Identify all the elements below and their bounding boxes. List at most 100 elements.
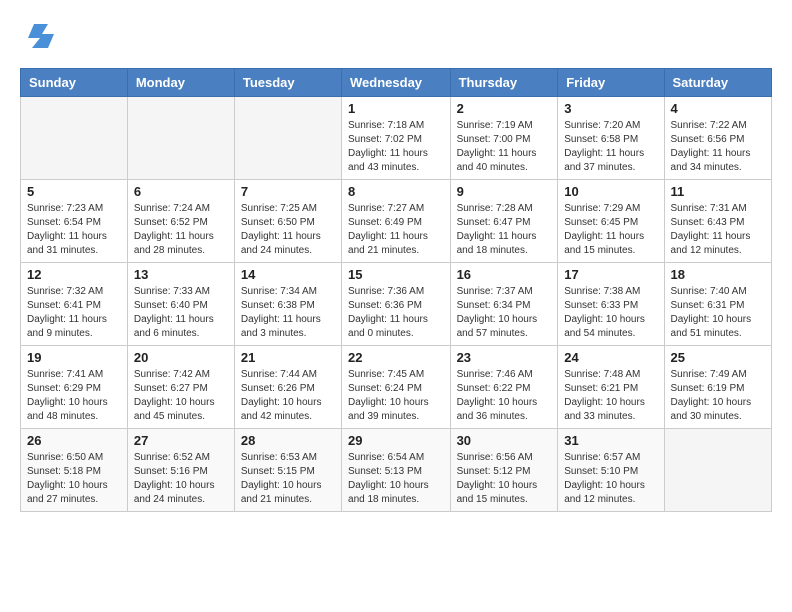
calendar-cell: 11 Sunrise: 7:31 AM Sunset: 6:43 PM Dayli… xyxy=(664,180,771,263)
header-wednesday: Wednesday xyxy=(342,69,451,97)
day-number: 7 xyxy=(241,184,335,199)
calendar-cell: 8 Sunrise: 7:27 AM Sunset: 6:49 PM Daylig… xyxy=(342,180,451,263)
day-number: 8 xyxy=(348,184,444,199)
day-number: 15 xyxy=(348,267,444,282)
day-info: Sunrise: 7:28 AM Sunset: 6:47 PM Dayligh… xyxy=(457,202,552,258)
calendar-cell: 30 Sunrise: 6:56 AM Sunset: 5:12 PM Dayli… xyxy=(450,429,558,512)
day-info: Sunrise: 6:54 AM Sunset: 5:13 PM Dayligh… xyxy=(348,451,444,507)
calendar-cell: 5 Sunrise: 7:23 AM Sunset: 6:54 PM Daylig… xyxy=(21,180,128,263)
day-number: 29 xyxy=(348,433,444,448)
calendar-header-row: SundayMondayTuesdayWednesdayThursdayFrid… xyxy=(21,69,772,97)
calendar-cell: 15 Sunrise: 7:36 AM Sunset: 6:36 PM Dayli… xyxy=(342,263,451,346)
calendar-cell xyxy=(234,97,341,180)
day-number: 21 xyxy=(241,350,335,365)
day-info: Sunrise: 7:33 AM Sunset: 6:40 PM Dayligh… xyxy=(134,285,228,341)
day-number: 14 xyxy=(241,267,335,282)
day-info: Sunrise: 6:53 AM Sunset: 5:15 PM Dayligh… xyxy=(241,451,335,507)
day-info: Sunrise: 7:44 AM Sunset: 6:26 PM Dayligh… xyxy=(241,368,335,424)
header-friday: Friday xyxy=(558,69,664,97)
day-number: 27 xyxy=(134,433,228,448)
calendar-cell: 14 Sunrise: 7:34 AM Sunset: 6:38 PM Dayli… xyxy=(234,263,341,346)
calendar-cell: 1 Sunrise: 7:18 AM Sunset: 7:02 PM Daylig… xyxy=(342,97,451,180)
day-info: Sunrise: 7:19 AM Sunset: 7:00 PM Dayligh… xyxy=(457,119,552,175)
calendar: SundayMondayTuesdayWednesdayThursdayFrid… xyxy=(20,68,772,512)
day-number: 28 xyxy=(241,433,335,448)
calendar-cell xyxy=(21,97,128,180)
day-info: Sunrise: 6:50 AM Sunset: 5:18 PM Dayligh… xyxy=(27,451,121,507)
calendar-cell: 2 Sunrise: 7:19 AM Sunset: 7:00 PM Daylig… xyxy=(450,97,558,180)
calendar-cell: 3 Sunrise: 7:20 AM Sunset: 6:58 PM Daylig… xyxy=(558,97,664,180)
day-number: 23 xyxy=(457,350,552,365)
day-info: Sunrise: 7:38 AM Sunset: 6:33 PM Dayligh… xyxy=(564,285,657,341)
calendar-cell: 26Sunrise: 6:50 AM Sunset: 5:18 PM Dayli… xyxy=(21,429,128,512)
header-monday: Monday xyxy=(127,69,234,97)
day-info: Sunrise: 7:22 AM Sunset: 6:56 PM Dayligh… xyxy=(671,119,765,175)
day-number: 11 xyxy=(671,184,765,199)
week-row-5: 26Sunrise: 6:50 AM Sunset: 5:18 PM Dayli… xyxy=(21,429,772,512)
day-info: Sunrise: 7:45 AM Sunset: 6:24 PM Dayligh… xyxy=(348,368,444,424)
day-info: Sunrise: 7:34 AM Sunset: 6:38 PM Dayligh… xyxy=(241,285,335,341)
page-header xyxy=(20,20,772,52)
calendar-cell: 28 Sunrise: 6:53 AM Sunset: 5:15 PM Dayli… xyxy=(234,429,341,512)
day-number: 1 xyxy=(348,101,444,116)
calendar-cell: 19 Sunrise: 7:41 AM Sunset: 6:29 PM Dayli… xyxy=(21,346,128,429)
day-info: Sunrise: 7:31 AM Sunset: 6:43 PM Dayligh… xyxy=(671,202,765,258)
day-number: 13 xyxy=(134,267,228,282)
day-info: Sunrise: 7:42 AM Sunset: 6:27 PM Dayligh… xyxy=(134,368,228,424)
day-info: Sunrise: 7:20 AM Sunset: 6:58 PM Dayligh… xyxy=(564,119,657,175)
week-row-4: 19 Sunrise: 7:41 AM Sunset: 6:29 PM Dayli… xyxy=(21,346,772,429)
day-number: 24 xyxy=(564,350,657,365)
calendar-cell xyxy=(127,97,234,180)
day-info: Sunrise: 7:27 AM Sunset: 6:49 PM Dayligh… xyxy=(348,202,444,258)
calendar-cell: 21 Sunrise: 7:44 AM Sunset: 6:26 PM Dayli… xyxy=(234,346,341,429)
calendar-cell: 7Sunrise: 7:25 AM Sunset: 6:50 PM Daylig… xyxy=(234,180,341,263)
day-number: 20 xyxy=(134,350,228,365)
header-sunday: Sunday xyxy=(21,69,128,97)
day-number: 5 xyxy=(27,184,121,199)
calendar-cell: 29 Sunrise: 6:54 AM Sunset: 5:13 PM Dayli… xyxy=(342,429,451,512)
calendar-cell: 17 Sunrise: 7:38 AM Sunset: 6:33 PM Dayli… xyxy=(558,263,664,346)
day-number: 3 xyxy=(564,101,657,116)
calendar-cell: 25Sunrise: 7:49 AM Sunset: 6:19 PM Dayli… xyxy=(664,346,771,429)
calendar-cell: 9 Sunrise: 7:28 AM Sunset: 6:47 PM Daylig… xyxy=(450,180,558,263)
calendar-cell xyxy=(664,429,771,512)
day-info: Sunrise: 6:57 AM Sunset: 5:10 PM Dayligh… xyxy=(564,451,657,507)
day-number: 9 xyxy=(457,184,552,199)
day-number: 4 xyxy=(671,101,765,116)
calendar-cell: 10Sunrise: 7:29 AM Sunset: 6:45 PM Dayli… xyxy=(558,180,664,263)
day-number: 31 xyxy=(564,433,657,448)
calendar-cell: 20 Sunrise: 7:42 AM Sunset: 6:27 PM Dayli… xyxy=(127,346,234,429)
day-info: Sunrise: 7:46 AM Sunset: 6:22 PM Dayligh… xyxy=(457,368,552,424)
calendar-cell: 16Sunrise: 7:37 AM Sunset: 6:34 PM Dayli… xyxy=(450,263,558,346)
week-row-1: 1 Sunrise: 7:18 AM Sunset: 7:02 PM Daylig… xyxy=(21,97,772,180)
day-info: Sunrise: 7:41 AM Sunset: 6:29 PM Dayligh… xyxy=(27,368,121,424)
logo-icon xyxy=(24,20,56,52)
header-saturday: Saturday xyxy=(664,69,771,97)
day-number: 17 xyxy=(564,267,657,282)
day-number: 16 xyxy=(457,267,552,282)
day-number: 19 xyxy=(27,350,121,365)
header-thursday: Thursday xyxy=(450,69,558,97)
week-row-2: 5 Sunrise: 7:23 AM Sunset: 6:54 PM Daylig… xyxy=(21,180,772,263)
calendar-cell: 24Sunrise: 7:48 AM Sunset: 6:21 PM Dayli… xyxy=(558,346,664,429)
day-info: Sunrise: 7:36 AM Sunset: 6:36 PM Dayligh… xyxy=(348,285,444,341)
calendar-cell: 12Sunrise: 7:32 AM Sunset: 6:41 PM Dayli… xyxy=(21,263,128,346)
day-number: 10 xyxy=(564,184,657,199)
calendar-cell: 27 Sunrise: 6:52 AM Sunset: 5:16 PM Dayli… xyxy=(127,429,234,512)
day-info: Sunrise: 7:40 AM Sunset: 6:31 PM Dayligh… xyxy=(671,285,765,341)
day-info: Sunrise: 6:52 AM Sunset: 5:16 PM Dayligh… xyxy=(134,451,228,507)
calendar-cell: 4 Sunrise: 7:22 AM Sunset: 6:56 PM Daylig… xyxy=(664,97,771,180)
calendar-cell: 31 Sunrise: 6:57 AM Sunset: 5:10 PM Dayli… xyxy=(558,429,664,512)
day-info: Sunrise: 6:56 AM Sunset: 5:12 PM Dayligh… xyxy=(457,451,552,507)
day-number: 2 xyxy=(457,101,552,116)
day-number: 30 xyxy=(457,433,552,448)
day-number: 18 xyxy=(671,267,765,282)
day-info: Sunrise: 7:18 AM Sunset: 7:02 PM Dayligh… xyxy=(348,119,444,175)
calendar-cell: 13 Sunrise: 7:33 AM Sunset: 6:40 PM Dayli… xyxy=(127,263,234,346)
day-info: Sunrise: 7:49 AM Sunset: 6:19 PM Dayligh… xyxy=(671,368,765,424)
calendar-cell: 22 Sunrise: 7:45 AM Sunset: 6:24 PM Dayli… xyxy=(342,346,451,429)
calendar-cell: 23 Sunrise: 7:46 AM Sunset: 6:22 PM Dayli… xyxy=(450,346,558,429)
day-number: 22 xyxy=(348,350,444,365)
header-tuesday: Tuesday xyxy=(234,69,341,97)
day-info: Sunrise: 7:23 AM Sunset: 6:54 PM Dayligh… xyxy=(27,202,121,258)
